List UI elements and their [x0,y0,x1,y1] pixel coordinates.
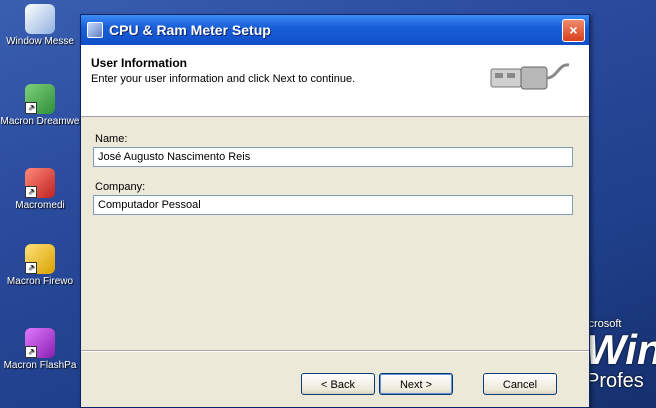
windows-brand: icrosoft Win Profes [586,318,656,392]
header-subtitle: Enter your user information and click Ne… [91,73,356,85]
back-button[interactable]: < Back [301,373,375,395]
desktop-icon-label: Macron Firewo [6,276,74,287]
desktop-icon-dreamweaver[interactable]: ↗ Macron Dreamwe [0,84,80,127]
messenger-icon [25,4,55,34]
company-label: Company: [95,181,146,193]
name-label: Name: [95,133,128,145]
usb-cable-icon [490,63,570,90]
wizard-header: User Information Enter your user informa… [81,45,589,117]
desktop-icon-label: Macron Dreamwe [0,116,80,127]
name-field[interactable] [93,147,573,167]
flash-icon: ↗ [25,168,55,198]
setup-dialog: CPU & Ram Meter Setup × User Information… [80,14,590,408]
flashpaper-icon: ↗ [25,328,55,358]
dreamweaver-icon: ↗ [25,84,55,114]
desktop-icon-label: Macromedi [15,200,65,211]
company-field[interactable] [93,195,573,215]
desktop-icon-label: Macron FlashPa [3,360,77,371]
window-title: CPU & Ram Meter Setup [109,22,271,38]
brand-line2: Win [586,326,656,373]
header-title: User Information [91,56,188,70]
desktop-icon-fireworks[interactable]: ↗ Macron Firewo [0,244,80,287]
desktop-icon-messenger[interactable]: Window Messe [0,4,80,47]
next-button[interactable]: Next > [379,373,453,395]
brand-line3: Profes [586,370,644,392]
title-bar[interactable]: CPU & Ram Meter Setup × [81,15,589,45]
close-button[interactable]: × [562,19,585,42]
desktop-icon-flash[interactable]: ↗ Macromedi [0,168,80,211]
fireworks-icon: ↗ [25,244,55,274]
desktop-icon-flashpaper[interactable]: ↗ Macron FlashPa [0,328,80,371]
setup-app-icon [87,22,103,38]
desktop-icon-label: Window Messe [6,36,74,47]
footer-divider [81,350,589,352]
cancel-button[interactable]: Cancel [483,373,557,395]
